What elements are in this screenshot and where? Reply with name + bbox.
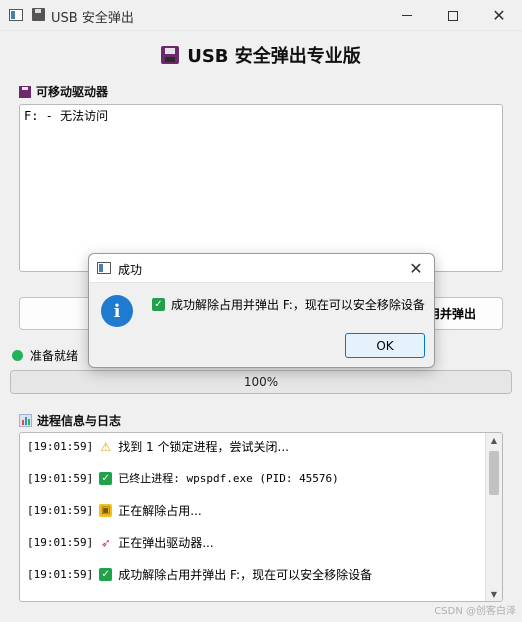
watermark: CSDN @创客白泽 [434, 606, 516, 617]
drive-list[interactable]: F: - 无法访问 [19, 104, 503, 272]
drives-section-label: 可移动驱动器 [19, 83, 108, 100]
log-panel[interactable]: [19:01:59] ⚠ 找到 1 个锁定进程，尝试关闭... [19:01:5… [19, 432, 503, 602]
log-entry: [19:01:59] ➶ 正在弹出驱动器... [27, 534, 214, 551]
dialog-titlebar: 成功 ✕ [89, 254, 434, 283]
status-text: 准备就绪 [30, 349, 79, 363]
app-window-icon [9, 9, 23, 21]
progress-label: 100% [243, 375, 279, 389]
log-section-label: 进程信息与日志 [19, 412, 121, 429]
dialog-message: ✓ 成功解除占用并弹出 F:，现在可以安全移除设备 [152, 296, 425, 313]
page-title: USB 安全弹出专业版 [187, 46, 361, 67]
log-timestamp: [19:01:59] [27, 504, 94, 517]
log-timestamp: [19:01:59] [27, 568, 94, 581]
log-entry: [19:01:59] ✓ 已终止进程: wpspdf.exe (PID: 455… [27, 470, 339, 486]
status-indicator: 准备就绪 [12, 347, 78, 364]
log-message: 正在解除占用... [118, 504, 202, 518]
status-dot-icon [12, 350, 23, 361]
dialog-close-button[interactable]: ✕ [406, 258, 426, 278]
check-icon: ✓ [152, 298, 165, 311]
app-header: USB 安全弹出专业版 [0, 42, 522, 68]
scroll-down-arrow-icon[interactable]: ▼ [486, 587, 502, 601]
progress-bar: 100% [10, 370, 512, 394]
ok-button[interactable]: OK [345, 333, 425, 358]
check-icon: ✓ [99, 471, 113, 485]
window-title: USB 安全弹出 [51, 11, 134, 26]
log-entry: [19:01:59] ⚠ 找到 1 个锁定进程，尝试关闭... [27, 438, 289, 455]
drives-section-title: 可移动驱动器 [36, 85, 109, 99]
log-message: 正在弹出驱动器... [118, 536, 214, 550]
log-message: 成功解除占用并弹出 F:，现在可以安全移除设备 [118, 568, 373, 582]
warning-icon: ⚠ [100, 439, 112, 454]
force-eject-button-label: 用并弹出 [427, 307, 476, 321]
log-timestamp: [19:01:59] [27, 536, 94, 549]
rocket-icon: ➶ [100, 535, 111, 550]
maximize-icon [448, 10, 458, 21]
log-section-title: 进程信息与日志 [37, 414, 122, 428]
window-titlebar: USB 安全弹出 ✕ [0, 0, 522, 31]
info-icon: i [101, 295, 133, 327]
dialog-message-text: 成功解除占用并弹出 F:，现在可以安全移除设备 [171, 298, 425, 312]
unlock-icon: ▣ [99, 504, 113, 517]
log-message: 找到 1 个锁定进程，尝试关闭... [118, 440, 289, 454]
scroll-up-arrow-icon[interactable]: ▲ [486, 433, 502, 447]
floppy-disk-icon [161, 46, 180, 64]
log-entry: [19:01:59] ✓ 成功解除占用并弹出 F:，现在可以安全移除设备 [27, 566, 372, 583]
log-entry: [19:01:59] ▣ 正在解除占用... [27, 502, 202, 519]
scrollbar-thumb[interactable] [489, 451, 499, 495]
bar-chart-icon [19, 414, 32, 427]
close-icon: ✕ [409, 258, 423, 278]
drive-list-item[interactable]: F: - 无法访问 [24, 107, 498, 124]
check-icon: ✓ [99, 568, 113, 581]
log-timestamp: [19:01:59] [27, 471, 94, 485]
dialog-title: 成功 [118, 263, 143, 277]
close-button[interactable]: ✕ [476, 0, 522, 31]
log-message: 已终止进程: wpspdf.exe (PID: 45576) [118, 472, 339, 485]
floppy-disk-icon [32, 8, 45, 21]
log-scrollbar[interactable]: ▲ ▼ [485, 433, 502, 601]
close-icon: ✕ [492, 5, 506, 25]
log-timestamp: [19:01:59] [27, 440, 94, 453]
success-dialog: 成功 ✕ i ✓ 成功解除占用并弹出 F:，现在可以安全移除设备 OK [88, 253, 435, 368]
maximize-button[interactable] [430, 0, 476, 31]
dialog-window-icon [97, 262, 111, 274]
floppy-disk-icon [19, 85, 31, 98]
minimize-button[interactable] [384, 0, 430, 31]
minimize-icon [402, 15, 412, 16]
